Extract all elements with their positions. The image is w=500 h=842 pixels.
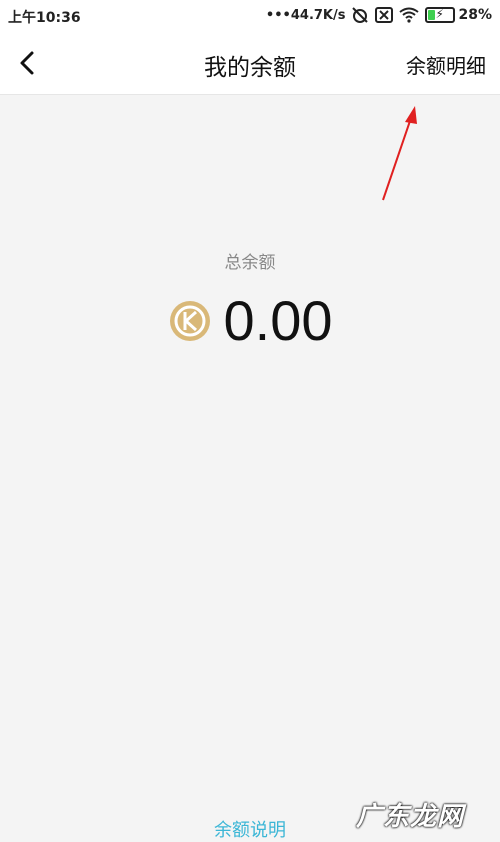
sim-off-icon	[375, 7, 394, 23]
balance-detail-link[interactable]: 余额明细	[406, 50, 486, 79]
wifi-icon	[399, 7, 420, 23]
battery-indicator: ⚡ 28%	[425, 7, 492, 23]
balance-amount: 0.00	[223, 289, 333, 352]
watermark-text: 广东龙网	[355, 802, 464, 832]
status-right: •••44.7K/s ⚡ 28%	[266, 6, 492, 24]
status-time: 上午10:36	[8, 10, 81, 26]
battery-fill	[428, 10, 436, 20]
network-speed: •••44.7K/s	[265, 7, 346, 23]
charging-bolt-icon: ⚡	[435, 7, 444, 21]
total-balance-label: 总余额	[224, 253, 276, 273]
alarm-off-icon	[351, 6, 369, 24]
status-bar: 上午10:36 •••44.7K/s ⚡ 28%	[0, 0, 500, 32]
top-nav-bar: 我的余额 余额明细	[0, 32, 500, 95]
annotation-arrow-icon	[375, 96, 425, 210]
battery-percent: 28%	[458, 7, 492, 23]
battery-icon: ⚡	[425, 7, 456, 23]
balance-row: 0.00	[0, 288, 500, 353]
coin-icon	[168, 299, 212, 343]
